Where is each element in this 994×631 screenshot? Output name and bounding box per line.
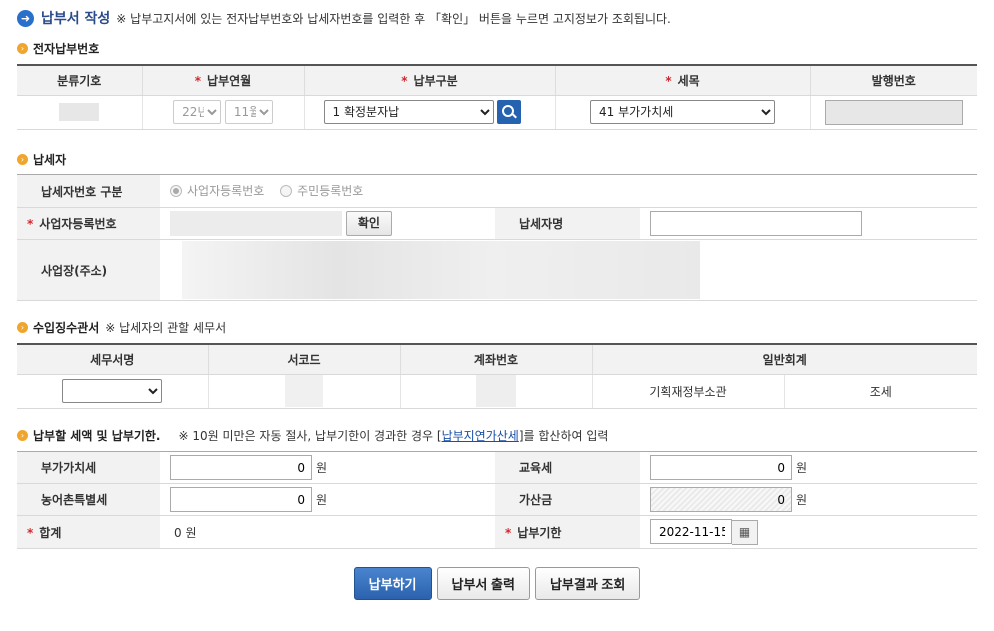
business-number-label: * 사업자등록번호	[17, 207, 160, 240]
column-header: 서코드	[207, 344, 400, 375]
business-number-input[interactable]	[170, 211, 342, 236]
calendar-icon[interactable]: ▦	[732, 519, 758, 545]
due-date-cell: ▦	[640, 515, 977, 549]
vat-input[interactable]	[170, 455, 312, 480]
edu-tax-label: 교육세	[495, 451, 640, 484]
page-title-note: ※ 납부고지서에 있는 전자납부번호와 납세자번호를 입력한 후 「확인」 버튼…	[116, 11, 671, 26]
page-title-row: ➜ 납부서 작성 ※ 납부고지서에 있는 전자납부번호와 납세자번호를 입력한 …	[17, 8, 671, 28]
section-bullet-icon: ›	[17, 153, 28, 165]
tax-type-cell: 조세	[783, 374, 978, 409]
confirm-button[interactable]: 확인	[345, 211, 392, 236]
id-type-cell: 사업자등록번호 주민등록번호	[160, 174, 978, 208]
address-cell	[160, 239, 978, 301]
year-select[interactable]: 22년	[173, 100, 222, 124]
edu-tax-input[interactable]	[650, 455, 792, 480]
radio-business-number[interactable]: 사업자등록번호	[170, 182, 264, 199]
payment-type-cell: 1 확정분자납	[303, 95, 555, 130]
section-bullet-icon: ›	[17, 429, 28, 441]
section-amounts: › 납부할 세액 및 납부기한. ※ 10원 미만은 자동 절사, 납부기한이 …	[17, 427, 608, 443]
issue-number-field[interactable]	[824, 99, 963, 125]
due-date-input[interactable]	[650, 519, 732, 545]
tax-item-select[interactable]: 41 부가가치세	[590, 100, 775, 124]
radio-empty-icon	[280, 184, 293, 197]
section-electronic-number: › 전자납부번호	[17, 40, 105, 56]
edu-tax-cell: 원	[640, 451, 977, 484]
column-header: 일반회계	[591, 344, 978, 375]
payment-type-select[interactable]: 1 확정분자납	[323, 99, 494, 124]
total-value: 0 원	[160, 515, 495, 549]
office-code-cell	[207, 374, 400, 409]
search-icon[interactable]	[497, 100, 522, 125]
section-title: 납부할 세액 및 납부기한.	[33, 428, 161, 443]
issue-number-cell	[809, 95, 977, 130]
taxpayer-name-cell	[640, 207, 978, 240]
address-redacted	[182, 241, 700, 299]
payment-period-cell: 22년 11월	[141, 95, 304, 130]
redacted-value	[476, 375, 516, 407]
page-title: 납부서 작성	[41, 11, 111, 27]
column-header: 발행번호	[809, 65, 977, 96]
section-note: ※ 납세자의 관할 세무서	[105, 320, 227, 335]
column-header: * 세목	[554, 65, 810, 96]
column-header: * 납부연월	[141, 65, 304, 96]
taxpayer-name-input[interactable]	[650, 211, 862, 236]
tax-office-select-cell	[17, 374, 208, 409]
arrow-right-icon: ➜	[17, 9, 34, 27]
vat-cell: 원	[160, 451, 495, 484]
tax-office-select[interactable]	[62, 379, 163, 403]
section-bullet-icon: ›	[17, 42, 28, 54]
taxpayer-name-label: 납세자명	[495, 207, 640, 240]
penalty-input	[650, 487, 792, 512]
business-number-cell: 확인	[160, 207, 495, 240]
radio-selected-icon	[170, 184, 182, 197]
section-title: 납세자	[33, 152, 67, 167]
amounts-table: 부가가치세 원 교육세 원 농어촌특별세 원 가산금 원 *합계 0 원 *납부…	[17, 451, 977, 549]
section-title: 전자납부번호	[33, 41, 100, 56]
address-label: 사업장(주소)	[17, 239, 160, 301]
month-select[interactable]: 11월	[224, 100, 273, 124]
radio-resident-number[interactable]: 주민등록번호	[280, 182, 363, 199]
section-bullet-icon: ›	[17, 321, 28, 333]
redacted-value	[59, 103, 100, 121]
electronic-number-table: 분류기호 * 납부연월 * 납부구분 * 세목 발행번호 22년 11월 1 확정분자…	[17, 64, 977, 130]
print-button[interactable]: 납부서 출력	[436, 567, 530, 600]
taxpayer-table: 납세자번호 구분 사업자등록번호 주민등록번호 * 사업자등록번호 확인 납세자명…	[17, 174, 978, 301]
vat-label: 부가가치세	[17, 451, 160, 484]
due-date-label: * 납부기한	[495, 515, 640, 549]
penalty-label: 가산금	[495, 483, 640, 516]
ministry-cell: 기획재정부소관	[591, 374, 784, 409]
total-label: * 합계	[17, 515, 160, 549]
pay-button[interactable]: 납부하기	[353, 567, 432, 600]
rural-tax-cell: 원	[160, 483, 495, 516]
section-note: ※ 10원 미만은 자동 절사, 납부기한이 경과한 경우 [납부지연가산세]를…	[178, 428, 609, 443]
late-penalty-link[interactable]: 납부지연가산세	[442, 429, 519, 443]
tax-item-cell: 41 부가가치세	[554, 95, 810, 130]
section-taxpayer: › 납세자	[17, 151, 72, 167]
rural-tax-label: 농어촌특별세	[17, 483, 160, 516]
rural-tax-input[interactable]	[170, 487, 312, 512]
section-title: 수입징수관서	[33, 320, 100, 335]
section-tax-office: › 수입징수관서 ※ 납세자의 관할 세무서	[17, 319, 226, 335]
result-button[interactable]: 납부결과 조회	[534, 567, 641, 600]
action-buttons: 납부하기 납부서 출력 납부결과 조회	[0, 567, 994, 600]
column-header: 계좌번호	[399, 344, 592, 375]
account-number-cell	[399, 374, 592, 409]
classification-cell	[17, 95, 142, 130]
column-header: 세무서명	[17, 344, 208, 375]
column-header: 분류기호	[17, 65, 142, 96]
tax-office-table: 세무서명 서코드 계좌번호 일반회계 기획재정부소관 조세	[17, 343, 978, 409]
id-type-label: 납세자번호 구분	[17, 174, 160, 208]
column-header: * 납부구분	[303, 65, 555, 96]
penalty-cell: 원	[640, 483, 977, 516]
redacted-value	[285, 375, 323, 407]
